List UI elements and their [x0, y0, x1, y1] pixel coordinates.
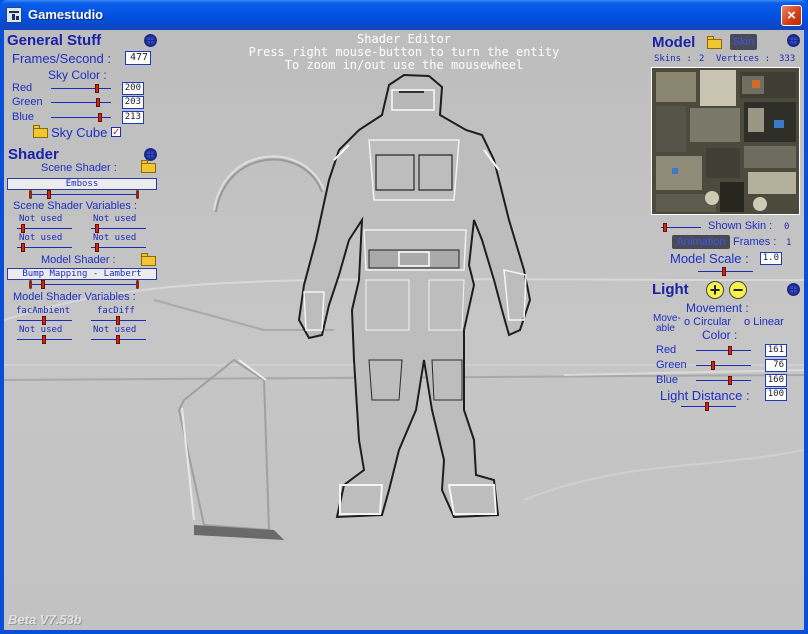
light-red-label: Red [656, 344, 677, 356]
scene-var-2-slider[interactable] [91, 224, 146, 233]
general-stuff-heading: General Stuff [7, 32, 102, 49]
scene-var-3-label: Not used [19, 233, 63, 243]
remove-light-button[interactable]: − [729, 281, 747, 299]
close-button[interactable]: × [781, 5, 802, 26]
model-var-2-label: facDiff [97, 306, 135, 316]
viewport[interactable]: Shader Editor Press right mouse-button t… [4, 30, 804, 630]
light-blue-label: Blue [656, 374, 679, 386]
title-bar[interactable]: Gamestudio × [0, 0, 808, 30]
model-var-4-label: Not used [93, 325, 137, 335]
sky-red-slider[interactable] [51, 84, 111, 93]
model-globe-icon[interactable] [787, 34, 800, 47]
skins-value: 2 [699, 54, 705, 64]
scene-shader-variables-label: Scene Shader Variables : [13, 200, 137, 212]
model-var-1-slider[interactable] [17, 316, 72, 325]
model-var-1-label: facAmbient [16, 306, 71, 316]
model-shader-folder-icon[interactable] [141, 253, 157, 266]
shown-skin-label: Shown Skin : [708, 220, 773, 232]
gamestudio-app-icon [6, 7, 22, 23]
scene-var-4-slider[interactable] [91, 243, 146, 252]
moveable-label-line2: able [656, 323, 675, 334]
sky-green-slider[interactable] [51, 98, 111, 107]
shader-heading: Shader [8, 146, 59, 163]
scene-var-1-slider[interactable] [17, 224, 72, 233]
sky-blue-value: 213 [122, 111, 144, 124]
sky-color-label: Sky Color : [48, 68, 107, 82]
sky-cube-checkbox[interactable]: ✓ [111, 127, 121, 138]
vertices-label: Vertices : [716, 54, 771, 64]
movement-label: Movement : [686, 301, 749, 315]
instruction-zoom: To zoom in/out use the mousewheel [284, 58, 524, 72]
frames-label: Frames : [733, 236, 777, 248]
animation-button[interactable]: Animation [672, 235, 730, 249]
circular-radio[interactable]: o Circular [684, 316, 731, 328]
light-distance-value: 100 [765, 388, 787, 401]
skin-button[interactable]: Skin [730, 34, 757, 50]
model-var-3-slider[interactable] [17, 335, 72, 344]
header-instructions: Shader Editor Press right mouse-button t… [204, 33, 604, 72]
fps-label: Frames/Second : [12, 51, 111, 66]
light-green-slider[interactable] [696, 361, 751, 370]
version-label: Beta V7.53b [8, 612, 82, 627]
model-scale-value: 1.0 [760, 252, 782, 265]
scene-shader-label: Scene Shader : [41, 162, 117, 174]
model-scale-label: Model Scale : [670, 251, 749, 266]
window-title: Gamestudio [28, 7, 104, 22]
scene-var-4-label: Not used [93, 233, 137, 243]
linear-radio[interactable]: o Linear [744, 316, 784, 328]
scene-var-2-label: Not used [93, 214, 137, 224]
scene-var-3-slider[interactable] [17, 243, 72, 252]
vertices-value: 333 [779, 54, 796, 64]
sky-blue-label: Blue [12, 111, 35, 123]
model-var-3-label: Not used [19, 325, 63, 335]
light-green-label: Green [656, 359, 687, 371]
sky-cube-label: Sky Cube [51, 125, 108, 140]
model-shader-variables-label: Model Shader Variables : [13, 291, 136, 303]
light-blue-slider[interactable] [696, 376, 751, 385]
light-blue-value: 160 [765, 374, 787, 387]
model-folder-icon[interactable] [707, 36, 723, 49]
model-var-2-slider[interactable] [91, 316, 146, 325]
light-globe-icon[interactable] [787, 283, 800, 296]
frames-value: 1 [786, 238, 792, 248]
light-color-label: Color : [702, 328, 738, 342]
scene-shader-slider[interactable] [29, 190, 139, 199]
model-var-4-slider[interactable] [91, 335, 146, 344]
light-distance-label: Light Distance : [660, 388, 750, 403]
sky-cube-folder-icon[interactable] [33, 125, 49, 138]
sky-blue-slider[interactable] [51, 113, 111, 122]
scene-shader-folder-icon[interactable] [141, 160, 157, 173]
light-distance-slider[interactable] [681, 402, 736, 411]
fps-value: 477 [125, 51, 151, 65]
model-shader-slider[interactable] [29, 280, 139, 289]
model-scale-slider[interactable] [698, 267, 753, 276]
shown-skin-slider[interactable] [661, 223, 701, 232]
sky-green-value: 203 [122, 96, 144, 109]
model-heading: Model [652, 34, 696, 51]
skin-texture-preview [651, 67, 800, 215]
light-heading: Light [652, 281, 689, 298]
application-window: Gamestudio × Shader Editor Press right m… [0, 0, 808, 634]
sky-red-value: 200 [122, 82, 144, 95]
scene-var-1-label: Not used [19, 214, 63, 224]
skins-label: Skins : [654, 54, 692, 64]
scene-shader-value[interactable]: Emboss [7, 178, 157, 190]
model-shader-value[interactable]: Bump Mapping - Lambert [7, 268, 157, 280]
sky-green-label: Green [12, 96, 43, 108]
add-light-button[interactable]: + [706, 281, 724, 299]
light-red-value: 161 [765, 344, 787, 357]
shown-skin-value: 0 [784, 222, 790, 232]
light-green-value: 76 [765, 359, 787, 372]
sky-red-label: Red [12, 82, 33, 94]
general-globe-icon[interactable] [144, 34, 157, 47]
light-red-slider[interactable] [696, 346, 751, 355]
model-shader-label: Model Shader : [41, 254, 116, 266]
